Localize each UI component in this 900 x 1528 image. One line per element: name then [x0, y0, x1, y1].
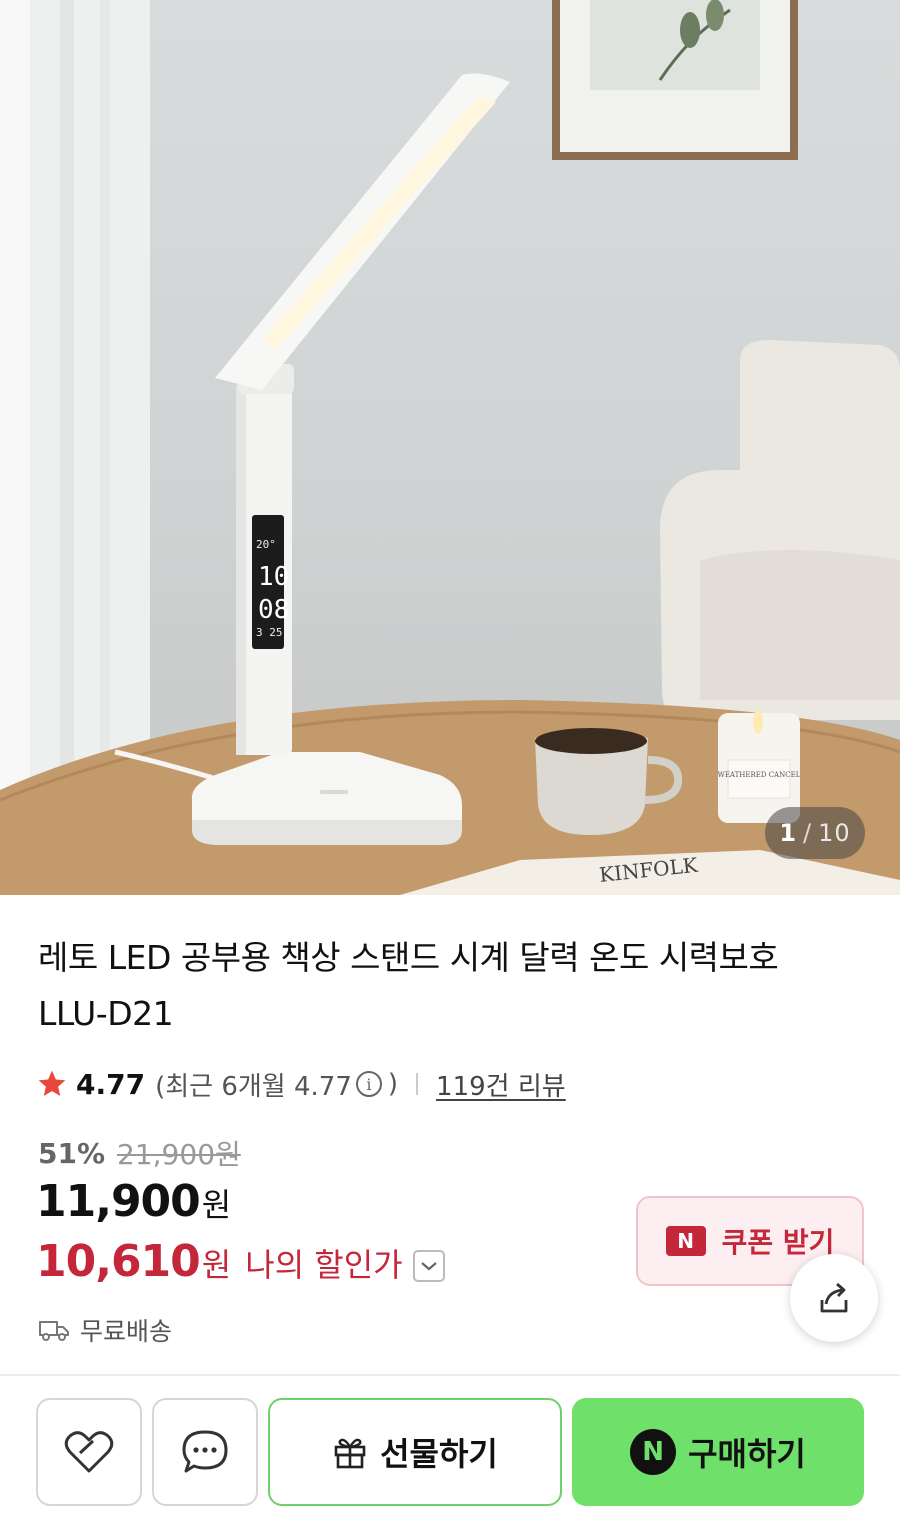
candle-label: WEATHERED CANCEL	[718, 771, 801, 779]
gift-label: 선물하기	[380, 1435, 498, 1473]
my-price-expand-button[interactable]	[412, 1249, 445, 1282]
product-image-gallery[interactable]: KINFOLK 20° 10 08 3 25 WEATHERED CANCEL …	[0, 0, 900, 895]
recent-rating: (최근 6개월 4.77 i )	[155, 1066, 398, 1103]
gift-icon	[334, 1438, 366, 1469]
svg-text:20°: 20°	[256, 538, 276, 551]
rating-row: 4.77 (최근 6개월 4.77 i ) 119건 리뷰	[36, 1064, 566, 1104]
buy-label: 구매하기	[688, 1435, 806, 1473]
my-price-number: 10,610	[36, 1236, 201, 1287]
counter-separator: /	[803, 819, 813, 847]
shipping-label: 무료배송	[80, 1317, 173, 1346]
current-image-index: 1	[779, 819, 798, 847]
coupon-label: 쿠폰 받기	[721, 1226, 835, 1259]
section-divider	[0, 1374, 900, 1376]
my-discount-price: 10,610 원 나의 할인가	[36, 1236, 445, 1287]
image-page-counter: 1 / 10	[765, 807, 865, 859]
npay-icon: N	[665, 1226, 706, 1256]
heart-icon	[64, 1431, 114, 1473]
rating-divider	[416, 1073, 419, 1095]
info-icon[interactable]: i	[355, 1071, 382, 1097]
sale-price-unit: 원	[201, 1186, 232, 1224]
shipping-info: 무료배송	[38, 1312, 172, 1348]
star-icon	[38, 1070, 66, 1096]
original-price: 21,900원	[117, 1138, 241, 1171]
npay-n-icon: N	[630, 1429, 677, 1475]
wishlist-button[interactable]	[36, 1398, 142, 1506]
total-image-count: 10	[818, 819, 851, 847]
buy-button[interactable]: N 구매하기	[572, 1398, 864, 1506]
gift-button[interactable]: 선물하기	[268, 1398, 562, 1506]
my-price-unit: 원	[201, 1246, 232, 1284]
svg-text:10: 10	[258, 562, 289, 592]
my-price-label: 나의 할인가	[245, 1246, 403, 1284]
discount-row: 51% 21,900원	[38, 1133, 241, 1173]
recent-rating-text: (최근 6개월 4.77	[155, 1071, 352, 1102]
rating-value: 4.77	[76, 1067, 146, 1101]
sale-price-number: 11,900	[36, 1176, 201, 1227]
discount-percent: 51%	[38, 1136, 106, 1170]
chevron-down-icon	[420, 1261, 437, 1270]
share-button[interactable]	[790, 1254, 878, 1342]
sale-price: 11,900 원	[36, 1176, 231, 1227]
svg-text:3 25: 3 25	[256, 626, 283, 639]
product-photo: KINFOLK 20° 10 08 3 25 WEATHERED CANCEL	[0, 0, 900, 895]
recent-rating-close: )	[387, 1069, 399, 1099]
share-icon	[820, 1282, 848, 1313]
svg-text:08: 08	[258, 595, 289, 625]
product-title: 레토 LED 공부용 책상 스탠드 시계 달력 온도 시력보호 LLU-D21	[38, 938, 779, 1033]
chat-bubble-icon	[182, 1430, 228, 1473]
talk-button[interactable]	[152, 1398, 258, 1506]
truck-icon	[39, 1321, 69, 1341]
review-count-link[interactable]: 119건 리뷰	[436, 1066, 566, 1103]
